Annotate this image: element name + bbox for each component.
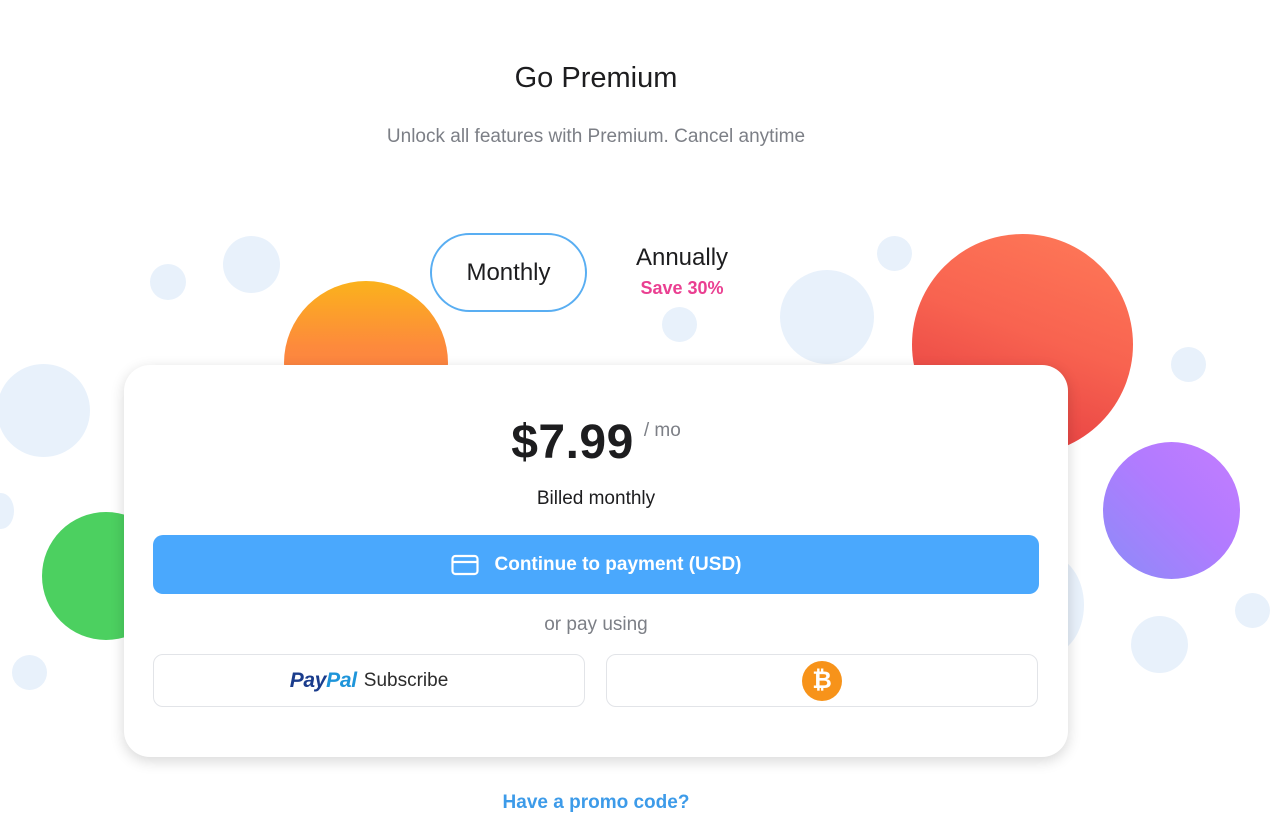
paypal-logo-pal: Pal (326, 668, 357, 692)
bg-bubble (0, 493, 14, 529)
save-badge: Save 30% (640, 278, 724, 298)
bg-bubble (662, 307, 697, 342)
plan-card: $7.99 / mo Billed monthly Continue to pay… (124, 365, 1068, 757)
bg-bubble (12, 655, 47, 690)
decorative-purple-ball (1103, 442, 1240, 579)
bg-bubble (1235, 593, 1270, 628)
bg-bubble (1131, 616, 1188, 673)
paypal-subscribe-label: Subscribe (363, 669, 449, 691)
credit-card-icon (450, 554, 479, 576)
price-row: $7.99 / mo (124, 415, 1068, 470)
continue-to-payment-label: Continue to payment (USD) (494, 553, 742, 575)
billing-note: Billed monthly (536, 488, 656, 509)
page-title: Go Premium (514, 62, 678, 94)
bg-bubble (1171, 347, 1206, 382)
monthly-label: Monthly (466, 258, 551, 286)
promo-code-link[interactable]: Have a promo code? (0, 792, 1192, 814)
paypal-logo-pay: Pay (289, 668, 327, 692)
page-subtitle: Unlock all features with Premium. Cancel… (386, 126, 806, 147)
premium-page: Go Premium Unlock all features with Prem… (0, 0, 1280, 831)
or-pay-using-label: or pay using (544, 614, 648, 635)
bitcoin-pay-button[interactable]: ₿ (606, 654, 1038, 707)
continue-to-payment-button[interactable]: Continue to payment (USD) (153, 535, 1039, 594)
annually-label: Annually (635, 244, 729, 271)
paypal-logo: PayPal (290, 669, 357, 693)
bitcoin-icon: ₿ (802, 660, 842, 701)
bg-bubble (150, 264, 186, 300)
bg-bubble (877, 236, 912, 271)
bg-bubble (223, 236, 280, 293)
billing-toggle-monthly[interactable]: Monthly (430, 233, 587, 312)
bg-bubble (780, 270, 874, 364)
bg-bubble (0, 364, 90, 457)
paypal-subscribe-button[interactable]: PayPal Subscribe (153, 654, 585, 707)
price-unit: / mo (643, 420, 681, 441)
billing-toggle-annually[interactable]: Annually Save 30% (612, 240, 752, 310)
price-amount: $7.99 (511, 416, 634, 469)
